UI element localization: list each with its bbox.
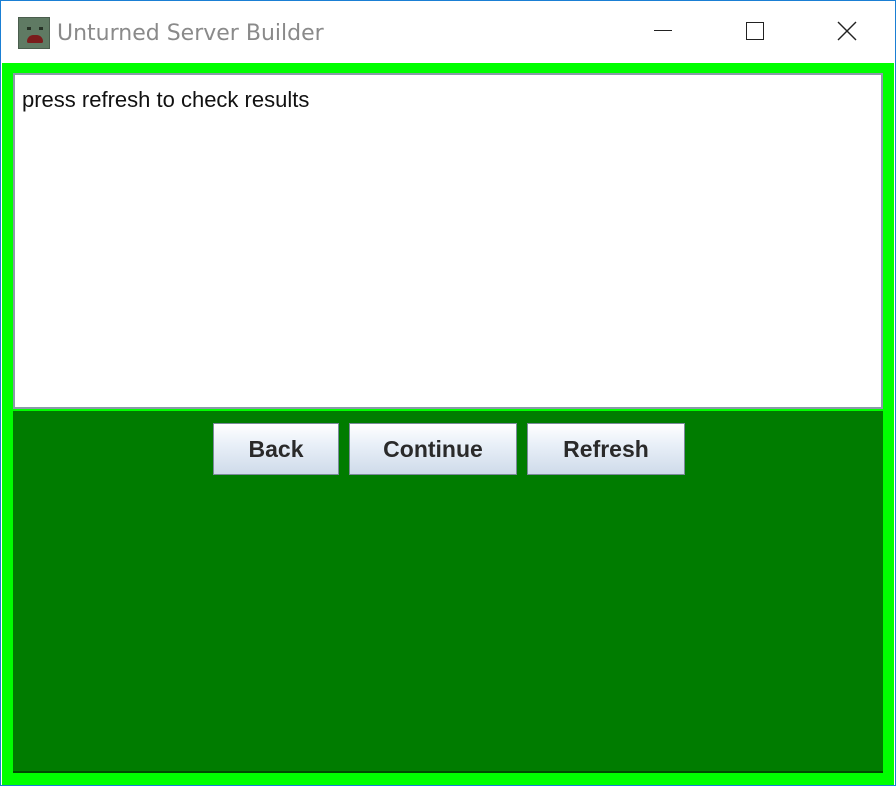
continue-button[interactable]: Continue — [349, 423, 517, 475]
output-text: press refresh to check results — [22, 87, 310, 112]
app-icon — [18, 17, 50, 49]
back-button[interactable]: Back — [213, 423, 339, 475]
refresh-button[interactable]: Refresh — [527, 423, 685, 475]
minimize-button[interactable] — [617, 1, 709, 63]
title-bar[interactable]: Unturned Server Builder — [1, 1, 895, 63]
close-icon — [837, 21, 857, 41]
window-title: Unturned Server Builder — [57, 21, 324, 46]
application-window: Unturned Server Builder press refresh to… — [0, 0, 896, 786]
maximize-button[interactable] — [709, 1, 801, 63]
content-pane: press refresh to check results Back Cont… — [2, 63, 894, 785]
button-panel: Back Continue Refresh — [13, 411, 883, 773]
maximize-icon — [746, 22, 764, 40]
close-button[interactable] — [801, 1, 893, 63]
output-text-area[interactable]: press refresh to check results — [13, 73, 883, 409]
minimize-icon — [654, 30, 672, 31]
